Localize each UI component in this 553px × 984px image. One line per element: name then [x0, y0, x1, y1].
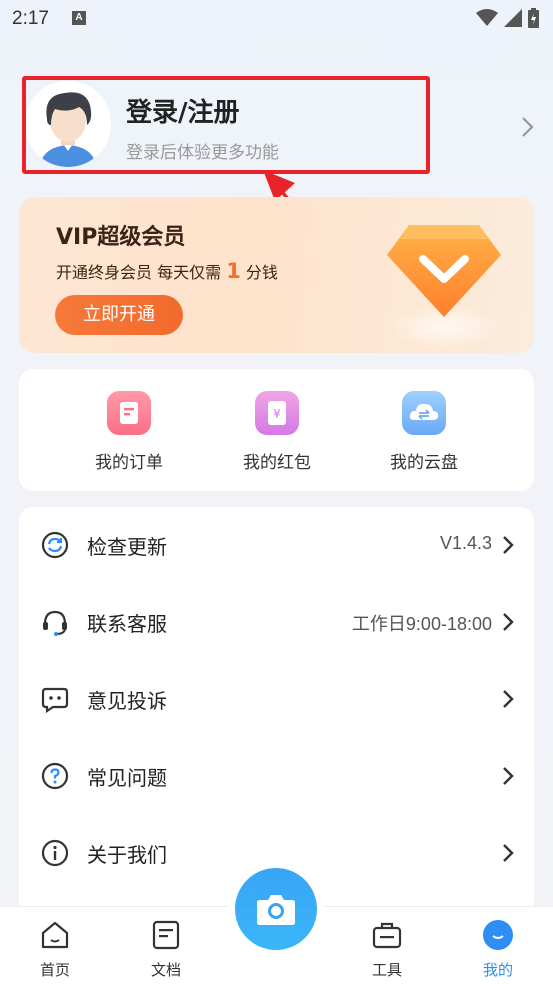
vip-description: 开通终身会员 每天仅需 1 分钱: [56, 259, 278, 283]
chevron-right-icon: [503, 767, 514, 785]
chevron-right-icon: [503, 536, 514, 554]
profile-login-card[interactable]: 登录/注册 登录后体验更多功能: [20, 72, 535, 176]
refresh-icon: [41, 531, 69, 559]
vip-card[interactable]: VIP超级会员 开通终身会员 每天仅需 1 分钱 立即开通: [19, 197, 534, 353]
quick-item-label: 我的云盘: [390, 453, 458, 473]
home-icon: [41, 921, 69, 949]
quick-actions-panel: 我的订单 ¥ 我的红包 我的云盘: [19, 369, 534, 491]
status-indicators: [476, 8, 539, 28]
chevron-right-icon: [503, 690, 514, 708]
login-title[interactable]: 登录/注册: [126, 92, 240, 129]
tab-label: 文档: [150, 961, 181, 979]
menu-label: 意见投诉: [87, 689, 167, 713]
quick-item-label: 我的红包: [243, 453, 311, 473]
status-time: 2:17: [12, 8, 49, 29]
document-icon: [152, 920, 180, 950]
vip-title: VIP超级会员: [56, 225, 186, 250]
tab-me[interactable]: 我的: [458, 919, 538, 980]
menu-item-faq[interactable]: 常见问题: [19, 738, 534, 815]
toolbox-icon: [372, 922, 402, 949]
status-bar: 2:17 A: [0, 0, 553, 40]
info-icon: [41, 839, 69, 867]
headset-icon: [43, 610, 67, 636]
chevron-right-icon[interactable]: [521, 116, 535, 138]
tab-label: 工具: [371, 961, 402, 979]
battery-icon: [528, 8, 539, 28]
chevron-right-icon: [503, 613, 514, 631]
vip-diamond-icon: [387, 225, 501, 347]
menu-label: 关于我们: [87, 843, 167, 867]
quick-item-orders[interactable]: 我的订单: [74, 391, 184, 473]
vip-price-number: 1: [226, 259, 241, 283]
question-icon: [41, 762, 69, 790]
me-icon: [483, 920, 513, 950]
quick-item-redpacket[interactable]: ¥ 我的红包: [222, 391, 332, 473]
avatar[interactable]: [25, 81, 111, 167]
tab-tools[interactable]: 工具: [347, 919, 427, 980]
menu-label: 联系客服: [87, 612, 167, 636]
tab-documents[interactable]: 文档: [126, 919, 206, 980]
vip-desc-suffix: 分钱: [245, 263, 278, 282]
camera-icon: [257, 895, 295, 925]
menu-label: 检查更新: [87, 535, 167, 559]
login-subtitle: 登录后体验更多功能: [126, 143, 279, 163]
quick-item-cloud[interactable]: 我的云盘: [369, 391, 479, 473]
version-value: V1.4.3: [439, 533, 492, 553]
svg-text:¥: ¥: [273, 407, 281, 421]
redpacket-icon: ¥: [255, 391, 299, 435]
cloud-icon: [402, 391, 446, 435]
menu-label: 常见问题: [87, 766, 167, 790]
chevron-right-icon: [503, 844, 514, 862]
avatar-illustration: [25, 81, 111, 167]
tab-label: 首页: [39, 961, 70, 979]
notification-a-icon: A: [72, 11, 86, 25]
tab-label: 我的: [482, 961, 513, 979]
order-icon: [107, 391, 151, 435]
feedback-icon: [41, 687, 69, 713]
signal-icon: [504, 9, 522, 27]
settings-menu: 检查更新 V1.4.3 联系客服 工作日9:00-18:00 意见投诉 常见问题…: [19, 507, 534, 927]
menu-item-check-update[interactable]: 检查更新 V1.4.3: [19, 507, 534, 584]
service-hours-value: 工作日9:00-18:00: [351, 614, 492, 634]
vip-open-button[interactable]: 立即开通: [55, 295, 183, 335]
quick-item-label: 我的订单: [95, 453, 163, 473]
menu-item-feedback[interactable]: 意见投诉: [19, 661, 534, 738]
vip-desc-prefix: 开通终身会员 每天仅需: [56, 263, 222, 282]
wifi-icon: [476, 9, 498, 26]
camera-button[interactable]: [235, 868, 317, 950]
tab-home[interactable]: 首页: [15, 919, 95, 980]
menu-item-customer-service[interactable]: 联系客服 工作日9:00-18:00: [19, 584, 534, 661]
